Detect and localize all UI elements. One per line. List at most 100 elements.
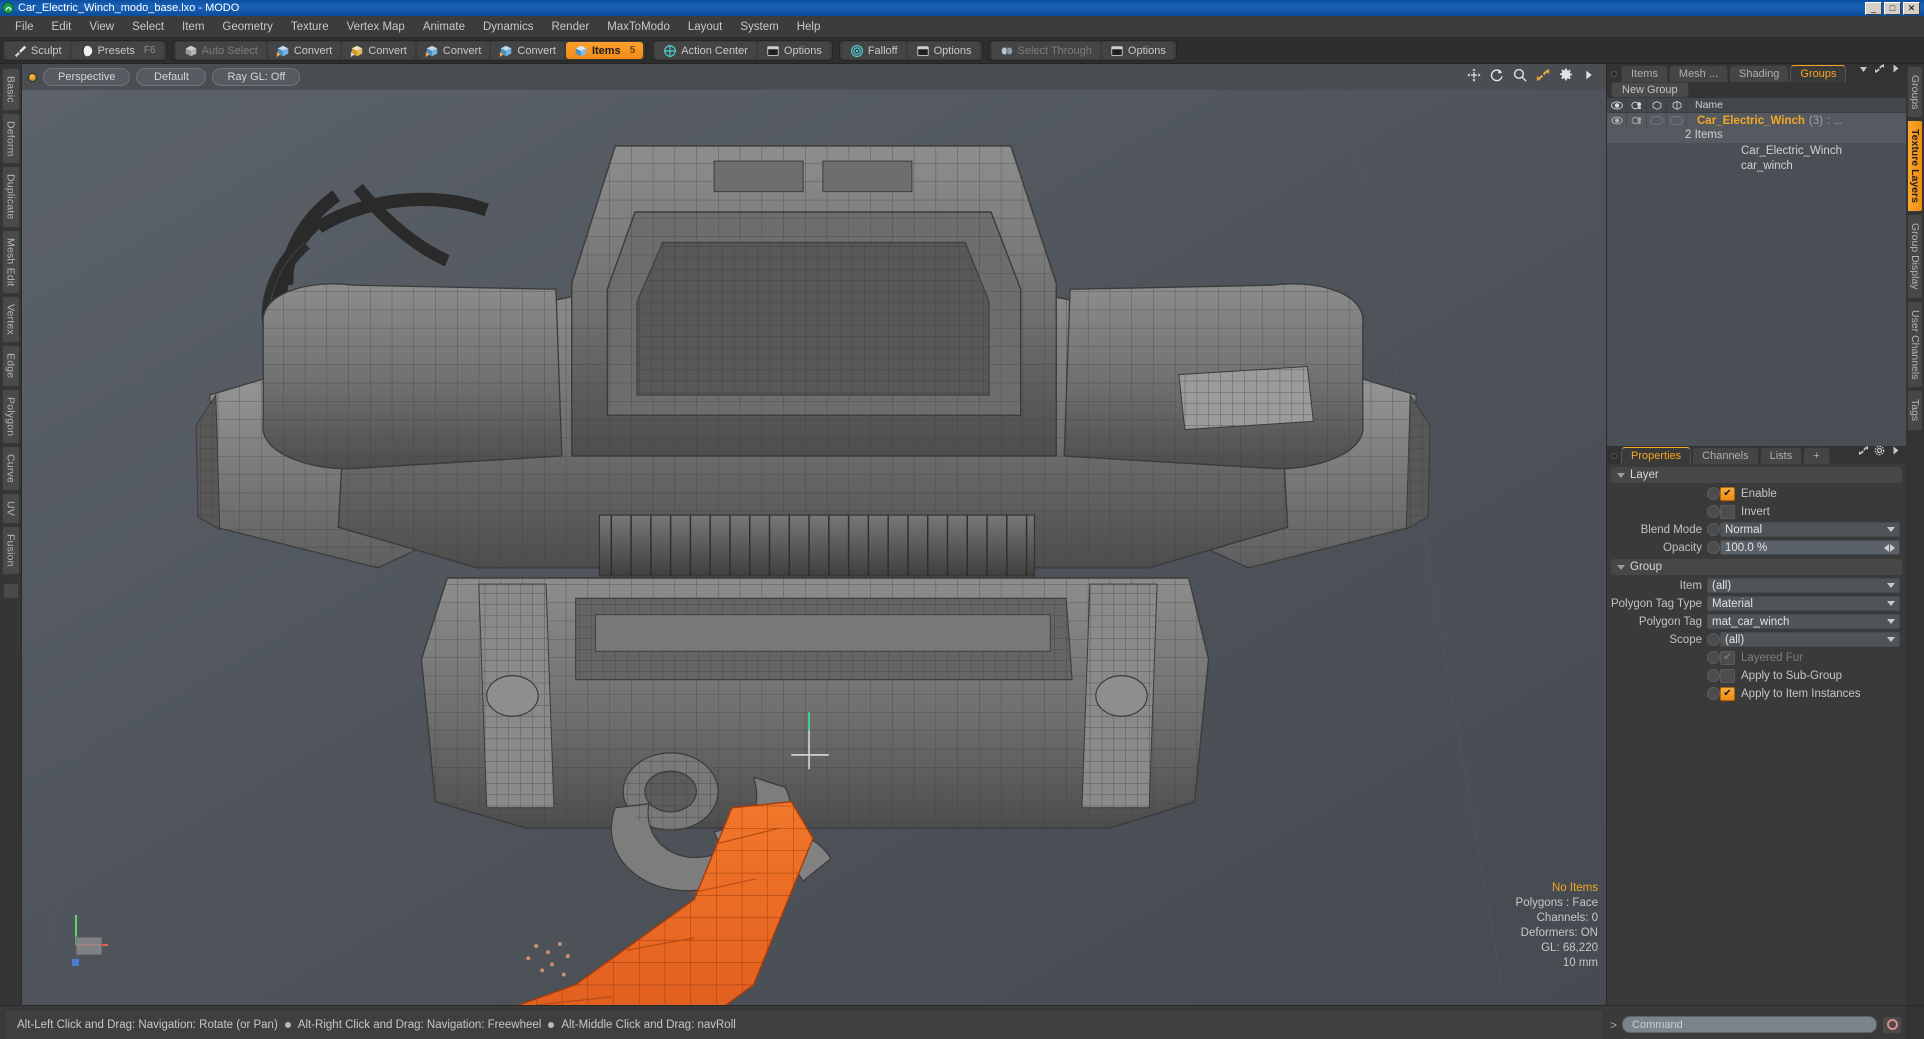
toolbar-button-options[interactable]: Options	[757, 42, 830, 59]
menu-system[interactable]: System	[731, 18, 787, 36]
menu-texture[interactable]: Texture	[282, 18, 338, 36]
minimize-button[interactable]: _	[1865, 1, 1882, 15]
toolbar-button-falloff[interactable]: Falloff	[841, 42, 906, 59]
main-toolbar[interactable]: Sculpt Presets F6 Auto Select Convert Convert…	[0, 38, 1924, 64]
vtab-group-display[interactable]: Group Display	[1907, 214, 1923, 299]
chevron-right-icon[interactable]	[1890, 443, 1901, 461]
menu-render[interactable]: Render	[542, 18, 598, 36]
viewport-nav-icons[interactable]	[1467, 67, 1600, 87]
tree-row[interactable]: Car_Electric_Winch (3): ...	[1607, 113, 1906, 135]
render-icon[interactable]	[1627, 98, 1647, 112]
tool-tab-edge[interactable]: Edge	[1, 345, 20, 387]
gear-icon[interactable]	[1559, 68, 1573, 87]
menu-edit[interactable]: Edit	[43, 18, 81, 36]
expand-arrows-icon[interactable]	[1858, 443, 1869, 461]
menu-help[interactable]: Help	[788, 18, 830, 36]
row-lock-toggle[interactable]	[1647, 143, 1667, 158]
shade-outline-icon[interactable]	[1667, 98, 1687, 112]
chevron-right-icon[interactable]	[1890, 61, 1901, 79]
row-lock-toggle[interactable]	[1647, 113, 1667, 128]
row-render-toggle[interactable]	[1627, 113, 1647, 128]
menu-layout[interactable]: Layout	[679, 18, 732, 36]
row-visibility-toggle[interactable]	[1607, 158, 1627, 173]
vtab-user-channels[interactable]: User Channels	[1907, 300, 1923, 389]
tool-tab-mesh-edit[interactable]: Mesh Edit	[1, 229, 20, 295]
record-circle-icon[interactable]	[1882, 1015, 1902, 1034]
row-shade-toggle[interactable]	[1667, 158, 1687, 173]
vtab-tags[interactable]: Tags	[1907, 390, 1923, 431]
toolbar-button-action-center[interactable]: Action Center	[655, 42, 756, 59]
tool-strip-extra-button[interactable]	[2, 582, 19, 599]
toolbar-button-convert[interactable]: Convert	[342, 42, 415, 59]
property-knob[interactable]	[1707, 687, 1720, 700]
tree-row[interactable]: Car_Electric_Winch	[1607, 143, 1906, 166]
menu-select[interactable]: Select	[123, 18, 173, 36]
tab-lists[interactable]: Lists	[1759, 447, 1803, 464]
shading-dropdown[interactable]: Default	[136, 68, 207, 86]
tool-tab-deform[interactable]: Deform	[1, 112, 20, 165]
checkbox-apply-to-item-instances[interactable]: ✔	[1720, 686, 1735, 701]
tool-tab-basic[interactable]: Basic	[1, 68, 20, 111]
property-knob[interactable]	[1707, 505, 1720, 518]
tool-tab-duplicate[interactable]: Duplicate	[1, 166, 20, 228]
properties-tab-icons[interactable]	[1858, 443, 1906, 464]
menu-file[interactable]: File	[6, 18, 43, 36]
checkbox-enable[interactable]: ✔	[1720, 486, 1735, 501]
maximize-button[interactable]: □	[1884, 1, 1901, 15]
command-input[interactable]: Command	[1622, 1016, 1877, 1033]
toolbar-button-sculpt[interactable]: Sculpt	[5, 42, 70, 59]
tree-row-name-cell[interactable]: car_winch	[1687, 160, 1793, 180]
expand-arrows-icon[interactable]	[1874, 61, 1885, 79]
gear-icon[interactable]	[1874, 443, 1885, 461]
row-visibility-toggle[interactable]	[1607, 113, 1627, 128]
left-tool-tabstrip[interactable]: Basic Deform Duplicate Mesh Edit Vertex Edge P…	[0, 64, 22, 1005]
tree-body[interactable]: Car_Electric_Winch (3): ... 2 Items Car_El…	[1607, 113, 1906, 446]
menu-maxtomodo[interactable]: MaxToModo	[598, 18, 679, 36]
pan-icon[interactable]	[1467, 67, 1481, 87]
row-render-toggle[interactable]	[1627, 158, 1647, 173]
raygl-toggle[interactable]: Ray GL: Off	[212, 68, 301, 86]
section-header-group[interactable]: Group	[1611, 559, 1902, 575]
menu-vertex-map[interactable]: Vertex Map	[338, 18, 414, 36]
dropdown-polygon-tag[interactable]: mat_car_winch	[1707, 614, 1900, 629]
tab-channels[interactable]: Channels	[1692, 447, 1759, 464]
zoom-icon[interactable]	[1513, 68, 1527, 87]
menu-animate[interactable]: Animate	[414, 18, 474, 36]
rotate-icon[interactable]	[1490, 68, 1504, 87]
dropdown-blend-mode[interactable]: Normal	[1720, 522, 1900, 537]
tab-[interactable]: +	[1803, 447, 1830, 464]
property-knob[interactable]	[1707, 541, 1720, 554]
toolbar-button-presets[interactable]: Presets F6	[71, 42, 164, 59]
tab-shading[interactable]: Shading	[1729, 65, 1790, 82]
property-knob[interactable]	[1707, 487, 1720, 500]
toolbar-button-convert[interactable]: Convert	[491, 42, 564, 59]
property-knob[interactable]	[1707, 651, 1720, 664]
right-panel-tabbar[interactable]: Items Mesh ... Shading Groups	[1607, 64, 1906, 82]
properties-tabbar[interactable]: Properties Channels Lists +	[1607, 443, 1906, 464]
property-knob[interactable]	[1707, 523, 1720, 536]
new-group-button[interactable]: New Group	[1611, 82, 1689, 98]
tool-tab-curve[interactable]: Curve	[1, 446, 20, 492]
row-shade-toggle[interactable]	[1667, 143, 1687, 158]
row-render-toggle[interactable]	[1627, 143, 1647, 158]
row-lock-toggle[interactable]	[1647, 158, 1667, 173]
groups-panel-menu-dot-icon[interactable]	[1611, 71, 1617, 77]
menu-geometry[interactable]: Geometry	[213, 18, 282, 36]
section-header-layer[interactable]: Layer	[1611, 467, 1902, 483]
tab-mesh[interactable]: Mesh ...	[1668, 65, 1729, 82]
right-vertical-tabstrip[interactable]: Groups Texture Layers Group Display User Ch…	[1906, 64, 1924, 1005]
tree-row[interactable]: car_winch	[1607, 158, 1906, 180]
toolbar-button-items[interactable]: Items 5	[565, 42, 644, 59]
tree-row-name-cell[interactable]: Car_Electric_Winch (3): ...	[1687, 115, 1843, 135]
chevron-down-icon[interactable]	[1858, 61, 1869, 79]
eye-icon[interactable]	[1607, 98, 1627, 112]
menu-item[interactable]: Item	[173, 18, 213, 36]
properties-panel-menu-dot-icon[interactable]	[1611, 453, 1617, 459]
vtab-texture-layers[interactable]: Texture Layers	[1907, 120, 1923, 213]
row-visibility-toggle[interactable]	[1607, 143, 1627, 158]
toolbar-button-convert[interactable]: Convert	[416, 42, 490, 59]
viewport-menu-dot-icon[interactable]	[28, 72, 37, 82]
toolbar-button-select-through[interactable]: Select Through	[991, 42, 1100, 59]
group-tree[interactable]: Name Car_Electric_Winch (3): ... 2 Items C…	[1607, 98, 1906, 446]
tab-items[interactable]: Items	[1621, 65, 1668, 82]
